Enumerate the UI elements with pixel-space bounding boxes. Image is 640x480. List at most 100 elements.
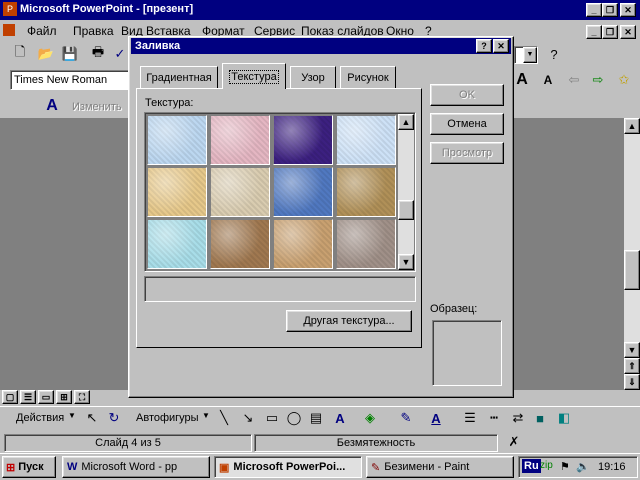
texture-swatch[interactable] [210, 219, 270, 269]
3d-icon[interactable]: ◧ [554, 408, 574, 428]
taskbar-ppt-label: Microsoft PowerPoi... [233, 461, 346, 473]
tab-texture[interactable]: Текстура [222, 63, 286, 89]
select-pointer-icon[interactable]: ↖ [82, 408, 102, 428]
zoom-dropdown[interactable]: ▼ [514, 46, 538, 64]
sorter-view-icon[interactable]: ⊞ [56, 390, 72, 404]
save-icon[interactable]: 💾 [60, 44, 80, 64]
app-title: Microsoft PowerPoint - [презент] [20, 3, 194, 15]
actions-dropdown-icon[interactable]: ▼ [68, 411, 76, 420]
texture-scroll-up-icon[interactable]: ▲ [398, 114, 414, 130]
line-icon[interactable]: ╲ [214, 408, 234, 428]
outline-view-icon[interactable]: ☰ [20, 390, 36, 404]
autoshapes-dropdown-icon[interactable]: ▼ [202, 411, 210, 420]
prev-slide-icon[interactable]: ⇑ [624, 358, 640, 374]
insert-wordart-icon[interactable]: A [330, 408, 350, 428]
menu-file[interactable]: Файл [27, 24, 57, 38]
arrow-style-icon[interactable]: ⇄ [508, 408, 528, 428]
menu-edit[interactable]: Правка [73, 24, 114, 38]
dialog-title-bar: Заливка [131, 38, 511, 54]
scroll-up-icon[interactable]: ▲ [624, 118, 640, 134]
decrease-font-icon[interactable]: A [538, 70, 558, 90]
other-texture-button[interactable]: Другая текстура... [286, 310, 412, 332]
line-style-icon[interactable]: ☰ [460, 408, 480, 428]
texture-scrollbar[interactable] [398, 114, 414, 270]
texture-swatch[interactable] [210, 167, 270, 217]
fill-color-icon[interactable]: ◈ [360, 408, 380, 428]
preview-button[interactable]: Просмотр [430, 142, 504, 164]
sample-label: Образец: [430, 303, 478, 315]
minimize-icon[interactable]: _ [586, 3, 602, 17]
dialog-help-icon[interactable]: ? [476, 39, 492, 53]
ok-button[interactable]: OK [430, 84, 504, 106]
texture-swatch[interactable] [273, 219, 333, 269]
texture-swatch[interactable] [147, 167, 207, 217]
tray-flag-icon[interactable]: ⚑ [560, 460, 570, 473]
rectangle-icon[interactable]: ▭ [262, 408, 282, 428]
doc-restore-icon[interactable]: ❐ [602, 25, 618, 39]
language-indicator[interactable]: Ru [522, 459, 541, 473]
taskbar-word[interactable]: W Microsoft Word - pp [62, 456, 210, 478]
oval-icon[interactable]: ◯ [284, 408, 304, 428]
powerpoint-icon[interactable]: P [3, 2, 17, 16]
texture-swatch[interactable] [273, 115, 333, 165]
taskbar-word-label: Microsoft Word - pp [81, 461, 178, 473]
shadow-icon[interactable]: ■ [530, 408, 550, 428]
texture-swatch[interactable] [147, 115, 207, 165]
spelling-icon[interactable]: ✓ [110, 44, 130, 64]
autoshapes-menu[interactable]: Автофигуры [136, 412, 199, 424]
volume-icon[interactable]: 🔈 [576, 460, 590, 473]
texture-swatch[interactable] [147, 219, 207, 269]
clock[interactable]: 19:16 [598, 461, 626, 473]
animation-effects-icon[interactable]: ✩ [614, 70, 634, 90]
taskbar-powerpoint[interactable]: ▣ Microsoft PowerPoi... [214, 456, 362, 478]
texture-swatch[interactable] [210, 115, 270, 165]
texture-swatch[interactable] [336, 219, 396, 269]
texture-scroll-thumb[interactable] [398, 200, 414, 220]
promote-icon[interactable]: ⇦ [564, 70, 584, 90]
dialog-close-icon[interactable]: ✕ [493, 39, 509, 53]
tab-picture[interactable]: Рисунок [340, 66, 396, 88]
doc-minimize-icon[interactable]: _ [586, 25, 602, 39]
scroll-down-icon[interactable]: ▼ [624, 342, 640, 358]
tray-app-icon[interactable]: zip [540, 460, 553, 471]
texture-swatch[interactable] [336, 167, 396, 217]
restore-icon[interactable]: ❐ [602, 3, 618, 17]
normal-view-icon[interactable]: ▢ [2, 390, 18, 404]
line-color-icon[interactable]: ✎ [396, 408, 416, 428]
print-icon[interactable]: 🖶 [88, 44, 108, 64]
doc-close-icon[interactable]: ✕ [620, 25, 636, 39]
spelling-status-icon[interactable]: ✗ [504, 432, 524, 452]
textbox-icon[interactable]: ▤ [306, 408, 326, 428]
tab-gradient[interactable]: Градиентная [140, 66, 218, 88]
free-rotate-icon[interactable]: ↻ [104, 408, 124, 428]
arrow-icon[interactable]: ↘ [238, 408, 258, 428]
help-assistant-icon[interactable]: ? [544, 44, 564, 64]
close-icon[interactable]: ✕ [620, 3, 636, 17]
font-name-value: Times New Roman [14, 74, 108, 86]
cancel-button[interactable]: Отмена [430, 113, 504, 135]
document-icon[interactable] [3, 24, 15, 36]
start-button[interactable]: ⊞ Пуск [2, 456, 56, 478]
new-icon[interactable]: 🗋 [10, 44, 30, 64]
edit-text-button[interactable]: Изменить [72, 101, 122, 113]
actions-menu[interactable]: Действия [16, 412, 64, 424]
wordart-icon[interactable]: A [42, 96, 62, 116]
texture-swatch[interactable] [336, 115, 396, 165]
taskbar-paint[interactable]: ✎ Безимени - Paint [366, 456, 514, 478]
font-color-icon[interactable]: A [426, 408, 446, 428]
scroll-thumb[interactable] [624, 250, 640, 290]
demote-icon[interactable]: ⇨ [588, 70, 608, 90]
tab-pattern[interactable]: Узор [290, 66, 336, 88]
next-slide-icon[interactable]: ⇓ [624, 374, 640, 390]
slide-view-icon[interactable]: ▭ [38, 390, 54, 404]
texture-scroll-down-icon[interactable]: ▼ [398, 254, 414, 270]
font-name-field[interactable]: Times New Roman [10, 70, 132, 90]
dash-style-icon[interactable]: ┅ [484, 408, 504, 428]
texture-swatch[interactable] [273, 167, 333, 217]
slideshow-icon[interactable]: ⛶ [74, 390, 90, 404]
increase-font-icon[interactable]: A [512, 70, 532, 90]
sample-preview [432, 320, 502, 386]
word-icon: W [67, 461, 78, 473]
open-icon[interactable]: 📂 [36, 44, 56, 64]
texture-name-field [144, 276, 416, 302]
